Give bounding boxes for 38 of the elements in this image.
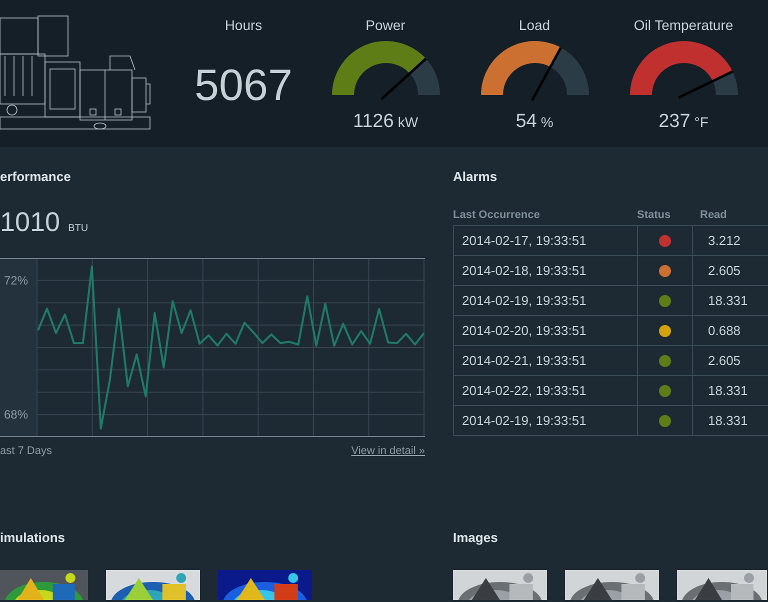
axis-label: 68% (4, 408, 28, 422)
gauge-unit: °F (694, 113, 708, 132)
axis-label: 72% (4, 274, 28, 288)
table-cell-text: 2014-02-19, 19:33:51 (462, 412, 586, 430)
table-cell-text: 3.212 (708, 232, 741, 250)
table-cell-text: 18.331 (708, 292, 748, 310)
table-cell-text: 0.688 (708, 322, 741, 340)
gauge-value: 54 (516, 110, 537, 134)
chart-caption: ast 7 Days (0, 444, 52, 459)
section-title: erformance (0, 168, 72, 185)
gauge-value: 1126 (352, 110, 394, 134)
table-cell-text: 2014-02-20, 19:33:51 (462, 322, 586, 340)
section-title: imulations (0, 528, 66, 546)
section-title: Alarms (453, 168, 498, 185)
table-cell-text: 18.331 (708, 382, 748, 400)
gauge-label: Oil Temperature (634, 16, 734, 35)
table-cell-text: 2014-02-21, 19:33:51 (462, 352, 586, 370)
performance-value: 1010 (0, 209, 60, 236)
table-cell-text: 2014-02-18, 19:33:51 (462, 262, 586, 280)
gauge-unit: % (540, 113, 554, 132)
table-cell-text: 2014-02-22, 19:33:51 (462, 382, 586, 400)
hours-label: Hours (224, 16, 262, 35)
column-header: Last Occurrence (453, 209, 540, 221)
table-cell-text: 18.331 (708, 412, 748, 430)
gauge-value: 237 (658, 110, 690, 134)
hours-value: 5067 (194, 64, 292, 108)
performance-unit: BTU (68, 222, 88, 236)
column-header: Read (700, 209, 727, 221)
table-cell-text: 2014-02-17, 19:33:51 (462, 232, 586, 250)
section-title: Images (453, 528, 499, 546)
gauge-unit: kW (398, 113, 418, 132)
table-cell-text: 2.605 (708, 262, 741, 280)
gauge-label: Load (518, 16, 550, 35)
table-cell-text: 2014-02-19, 19:33:51 (462, 292, 586, 310)
table-cell-text: 2.605 (708, 352, 741, 370)
view-detail-link[interactable]: View in detail » (351, 443, 425, 460)
gauge-label: Power (366, 16, 406, 35)
column-header: Status (637, 209, 671, 221)
